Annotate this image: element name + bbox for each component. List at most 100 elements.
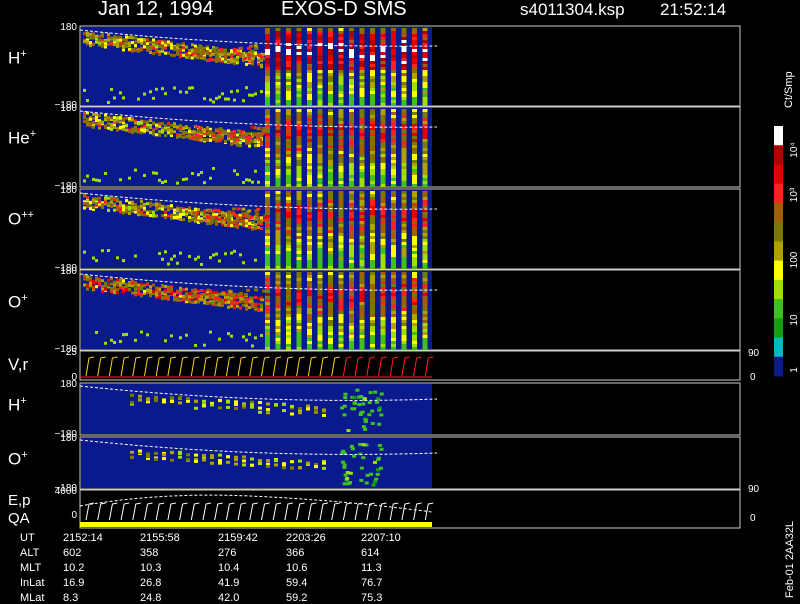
colorbar-swatch — [774, 299, 783, 319]
heat-cell — [412, 191, 417, 194]
heat-cell — [104, 171, 107, 175]
heat-cell — [224, 129, 227, 133]
heat-cell — [380, 103, 386, 106]
heat-cell — [95, 285, 98, 289]
heat-cell — [317, 121, 323, 124]
heat-cell — [206, 216, 211, 220]
heat-cell — [307, 61, 312, 64]
heat-cell — [138, 394, 142, 398]
heat-cell — [370, 194, 375, 197]
heat-cell — [338, 191, 344, 194]
heat-cell — [154, 457, 158, 461]
heat-cell — [296, 109, 302, 112]
heat-cell — [349, 73, 354, 76]
heat-cell — [328, 224, 333, 227]
heat-cell — [296, 263, 302, 266]
heat-cell — [412, 121, 417, 124]
heat-cell — [95, 278, 98, 282]
panel-label-o-plus-2: O+ — [8, 449, 28, 469]
heat-cell — [137, 40, 140, 44]
heat-cell — [401, 266, 407, 269]
heat-cell — [401, 251, 407, 254]
heat-cell — [164, 295, 167, 299]
heat-cell — [412, 197, 417, 200]
heat-cell — [275, 335, 281, 338]
heat-cell — [338, 281, 344, 284]
heat-cell — [188, 129, 191, 133]
heat-cell — [191, 301, 194, 305]
heat-cell — [230, 251, 233, 255]
heat-cell — [370, 178, 375, 181]
heat-cell — [248, 144, 251, 148]
heat-cell — [286, 160, 291, 163]
heat-cell — [215, 96, 218, 100]
heat-cell — [95, 259, 98, 263]
heat-cell — [391, 94, 396, 97]
heat-cell — [286, 209, 291, 212]
heat-cell — [265, 94, 270, 97]
heat-cell — [328, 148, 333, 151]
heat-cell — [119, 204, 122, 208]
heat-cell — [258, 401, 262, 405]
heat-cell — [161, 129, 164, 133]
heat-cell — [218, 337, 221, 341]
heat-cell — [401, 103, 407, 106]
heat-cell — [307, 100, 312, 103]
heat-cell — [86, 99, 89, 103]
heat-cell — [370, 34, 375, 37]
heat-cell — [349, 127, 354, 130]
heat-cell — [128, 44, 131, 48]
heat-cell — [146, 452, 150, 456]
heat-cell — [275, 31, 281, 34]
heat-cell — [379, 392, 384, 396]
table-cell: 8.3 — [63, 592, 79, 604]
heat-cell — [146, 202, 149, 206]
heat-cell — [119, 339, 122, 343]
heat-cell — [275, 115, 281, 118]
heat-cell — [328, 175, 333, 178]
heat-cell — [227, 218, 232, 222]
heat-cell — [275, 73, 281, 76]
heat-cell — [401, 34, 407, 37]
table-row-label: UT — [20, 532, 35, 544]
heat-cell — [317, 311, 323, 314]
heat-cell — [245, 338, 248, 342]
heat-cell — [131, 281, 134, 285]
heat-cell — [202, 399, 206, 403]
heat-cell — [275, 91, 281, 94]
heat-cell — [359, 184, 365, 187]
heat-cell — [359, 215, 365, 218]
heat-cell — [412, 308, 417, 311]
heat-cell — [143, 173, 146, 177]
heat-cell — [317, 40, 323, 43]
heat-cell — [236, 143, 239, 147]
heat-cell — [95, 202, 98, 206]
heat-cell — [122, 290, 125, 294]
heat-cell — [422, 178, 428, 181]
heat-cell — [296, 37, 302, 40]
heat-cell — [391, 239, 396, 242]
heat-cell — [140, 292, 143, 296]
heat-cell — [240, 133, 245, 137]
heat-cell — [380, 163, 386, 166]
heat-cell — [307, 148, 312, 151]
heat-cell — [265, 184, 270, 187]
heat-cell — [265, 61, 270, 64]
heat-cell — [359, 118, 365, 121]
heat-cell — [380, 136, 386, 139]
heat-cell — [296, 184, 302, 187]
heat-cell — [236, 89, 239, 93]
heat-cell — [370, 100, 375, 103]
heat-cell — [371, 483, 376, 487]
heat-cell — [338, 263, 344, 266]
heat-cell — [401, 148, 407, 151]
heat-cell — [359, 64, 365, 67]
heat-cell — [296, 28, 302, 31]
heat-cell — [213, 215, 218, 219]
heat-cell — [265, 245, 270, 248]
heat-cell — [110, 286, 113, 290]
heat-cell — [363, 418, 368, 422]
heat-cell — [391, 341, 396, 344]
heat-cell — [380, 227, 386, 230]
heat-cell — [380, 221, 386, 224]
